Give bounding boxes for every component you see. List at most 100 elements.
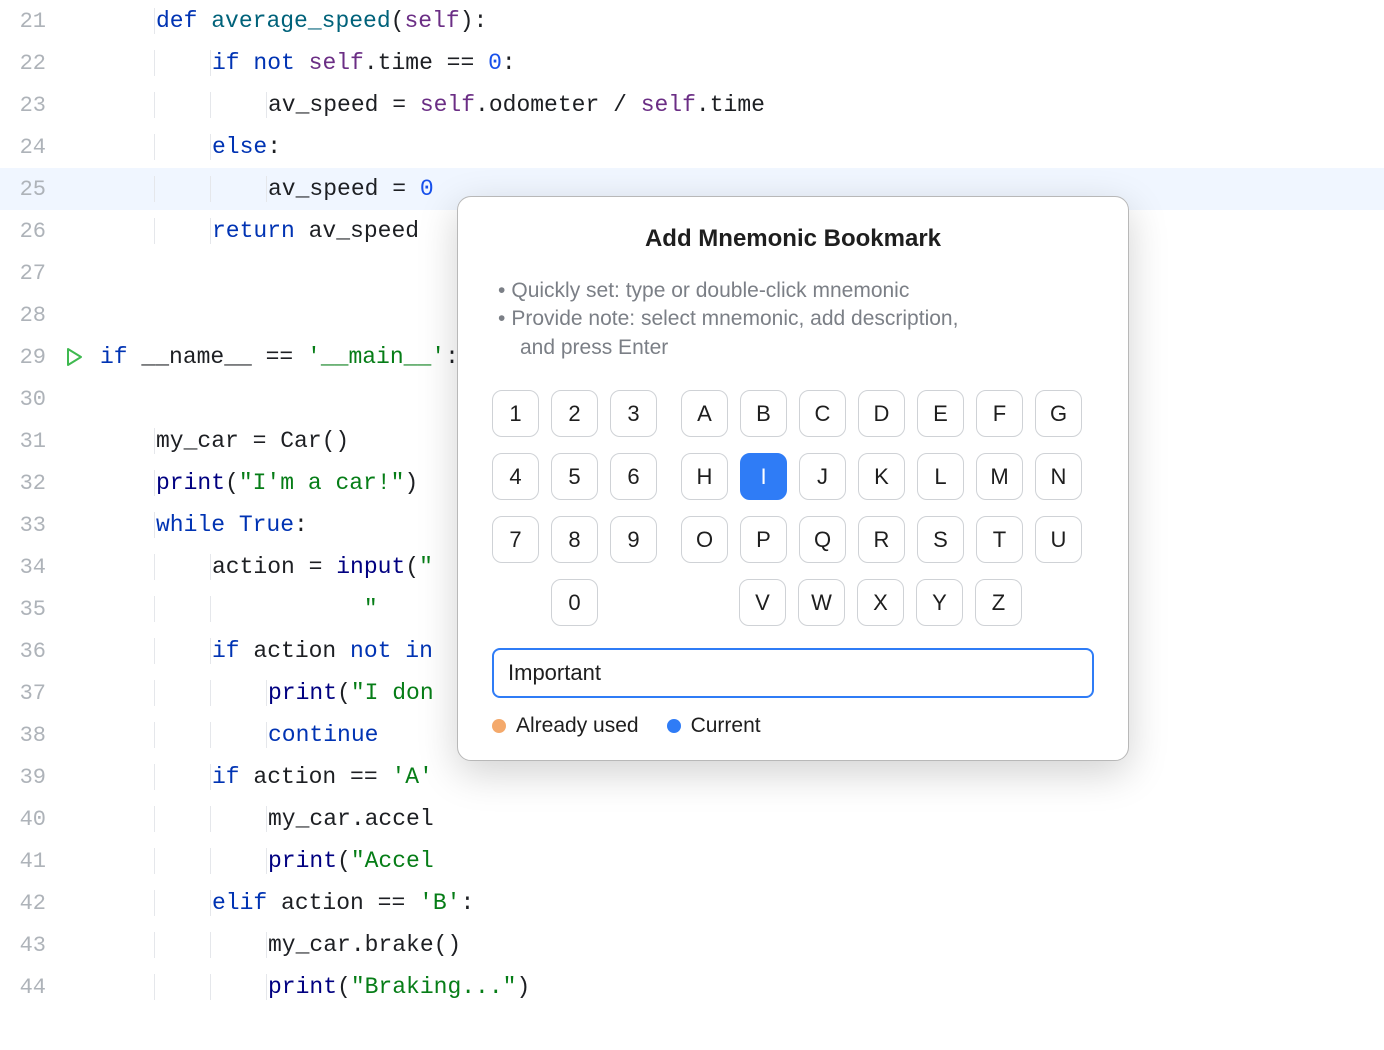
mnemonic-key-4[interactable]: 4	[492, 453, 539, 500]
code-line[interactable]: 21 def average_speed(self):	[0, 0, 1384, 42]
line-number: 36	[0, 639, 56, 664]
code-text[interactable]: print("I'm a car!")	[92, 470, 418, 496]
key-row: 123	[492, 390, 657, 437]
line-number: 21	[0, 9, 56, 34]
legend-used-label: Already used	[516, 714, 639, 738]
mnemonic-key-B[interactable]: B	[740, 390, 787, 437]
mnemonic-key-I[interactable]: I	[740, 453, 787, 500]
code-text[interactable]: my_car = Car()	[92, 428, 349, 454]
line-number: 22	[0, 51, 56, 76]
mnemonic-key-Z[interactable]: Z	[975, 579, 1022, 626]
code-text[interactable]: av_speed = self.odometer / self.time	[92, 92, 765, 118]
line-number: 43	[0, 933, 56, 958]
mnemonic-key-U[interactable]: U	[1035, 516, 1082, 563]
mnemonic-key-W[interactable]: W	[798, 579, 845, 626]
line-number: 31	[0, 429, 56, 454]
code-text[interactable]: av_speed = 0	[92, 176, 434, 202]
line-number: 38	[0, 723, 56, 748]
mnemonic-key-0[interactable]: 0	[551, 579, 598, 626]
code-text[interactable]: if action not in	[92, 638, 433, 664]
line-number: 30	[0, 387, 56, 412]
code-line[interactable]: 41 print("Accel	[0, 840, 1384, 882]
code-line[interactable]: 23 av_speed = self.odometer / self.time	[0, 84, 1384, 126]
alpha-keys: ABCDEFG HIJKLMN OPQRSTU VWXYZ	[681, 390, 1082, 626]
line-number: 26	[0, 219, 56, 244]
line-number: 29	[0, 345, 56, 370]
mnemonic-keys: 1234567890 ABCDEFGHIJKLMNOPQRSTUVWXYZ	[492, 390, 1094, 626]
line-number: 24	[0, 135, 56, 160]
code-text[interactable]: def average_speed(self):	[92, 8, 487, 34]
mnemonic-key-X[interactable]: X	[857, 579, 904, 626]
mnemonic-key-A[interactable]: A	[681, 390, 728, 437]
mnemonic-key-9[interactable]: 9	[610, 516, 657, 563]
mnemonic-key-V[interactable]: V	[739, 579, 786, 626]
code-line[interactable]: 43 my_car.brake()	[0, 924, 1384, 966]
mnemonic-key-D[interactable]: D	[858, 390, 905, 437]
code-line[interactable]: 39 if action == 'A'	[0, 756, 1384, 798]
line-number: 39	[0, 765, 56, 790]
code-text[interactable]: while True:	[92, 512, 308, 538]
mnemonic-key-3[interactable]: 3	[610, 390, 657, 437]
code-line[interactable]: 42 elif action == 'B':	[0, 882, 1384, 924]
code-text[interactable]: elif action == 'B':	[92, 890, 474, 916]
code-text[interactable]: else:	[92, 134, 281, 160]
code-text[interactable]: if action == 'A'	[92, 764, 433, 790]
code-text[interactable]: return av_speed	[92, 218, 419, 244]
code-text[interactable]: my_car.brake()	[92, 932, 461, 958]
code-line[interactable]: 22 if not self.time == 0:	[0, 42, 1384, 84]
line-number: 28	[0, 303, 56, 328]
line-number: 27	[0, 261, 56, 286]
mnemonic-key-F[interactable]: F	[976, 390, 1023, 437]
mnemonic-key-T[interactable]: T	[976, 516, 1023, 563]
mnemonic-key-Y[interactable]: Y	[916, 579, 963, 626]
code-text[interactable]: if __name__ == '__main__':	[92, 344, 459, 370]
mnemonic-key-O[interactable]: O	[681, 516, 728, 563]
hint-2: Provide note: select mnemonic, add descr…	[511, 307, 958, 330]
mnemonic-bookmark-popup: Add Mnemonic Bookmark •Quickly set: type…	[457, 196, 1129, 761]
code-text[interactable]: action = input("	[92, 554, 433, 580]
line-number: 41	[0, 849, 56, 874]
mnemonic-key-K[interactable]: K	[858, 453, 905, 500]
mnemonic-key-M[interactable]: M	[976, 453, 1023, 500]
code-text[interactable]: print("Braking...")	[92, 974, 530, 1000]
code-text[interactable]: print("Accel	[92, 848, 434, 874]
mnemonic-key-Q[interactable]: Q	[799, 516, 846, 563]
code-line[interactable]: 24 else:	[0, 126, 1384, 168]
code-text[interactable]: print("I don	[92, 680, 434, 706]
run-icon[interactable]	[64, 347, 84, 367]
code-text[interactable]: my_car.accel	[92, 806, 434, 832]
key-row: 789	[492, 516, 657, 563]
popup-hints: •Quickly set: type or double-click mnemo…	[492, 277, 1094, 362]
code-text[interactable]: if not self.time == 0:	[92, 50, 516, 76]
legend-already-used: Already used	[492, 714, 639, 738]
mnemonic-key-7[interactable]: 7	[492, 516, 539, 563]
line-number: 44	[0, 975, 56, 1000]
mnemonic-key-R[interactable]: R	[858, 516, 905, 563]
line-number: 23	[0, 93, 56, 118]
description-input[interactable]	[492, 648, 1094, 698]
line-number: 42	[0, 891, 56, 916]
mnemonic-key-J[interactable]: J	[799, 453, 846, 500]
code-text[interactable]: continue	[92, 722, 378, 748]
mnemonic-key-E[interactable]: E	[917, 390, 964, 437]
mnemonic-key-8[interactable]: 8	[551, 516, 598, 563]
mnemonic-key-P[interactable]: P	[740, 516, 787, 563]
code-line[interactable]: 44 print("Braking...")	[0, 966, 1384, 1008]
mnemonic-key-S[interactable]: S	[917, 516, 964, 563]
key-row: 456	[492, 453, 657, 500]
mnemonic-key-5[interactable]: 5	[551, 453, 598, 500]
legend-current-label: Current	[691, 714, 761, 738]
mnemonic-key-2[interactable]: 2	[551, 390, 598, 437]
mnemonic-key-6[interactable]: 6	[610, 453, 657, 500]
mnemonic-key-C[interactable]: C	[799, 390, 846, 437]
numeric-keys: 1234567890	[492, 390, 657, 626]
mnemonic-key-G[interactable]: G	[1035, 390, 1082, 437]
mnemonic-key-N[interactable]: N	[1035, 453, 1082, 500]
mnemonic-key-1[interactable]: 1	[492, 390, 539, 437]
key-row: HIJKLMN	[681, 453, 1082, 500]
legend: Already used Current	[492, 714, 1094, 738]
code-line[interactable]: 40my_car.accel	[0, 798, 1384, 840]
mnemonic-key-L[interactable]: L	[917, 453, 964, 500]
line-number: 35	[0, 597, 56, 622]
mnemonic-key-H[interactable]: H	[681, 453, 728, 500]
